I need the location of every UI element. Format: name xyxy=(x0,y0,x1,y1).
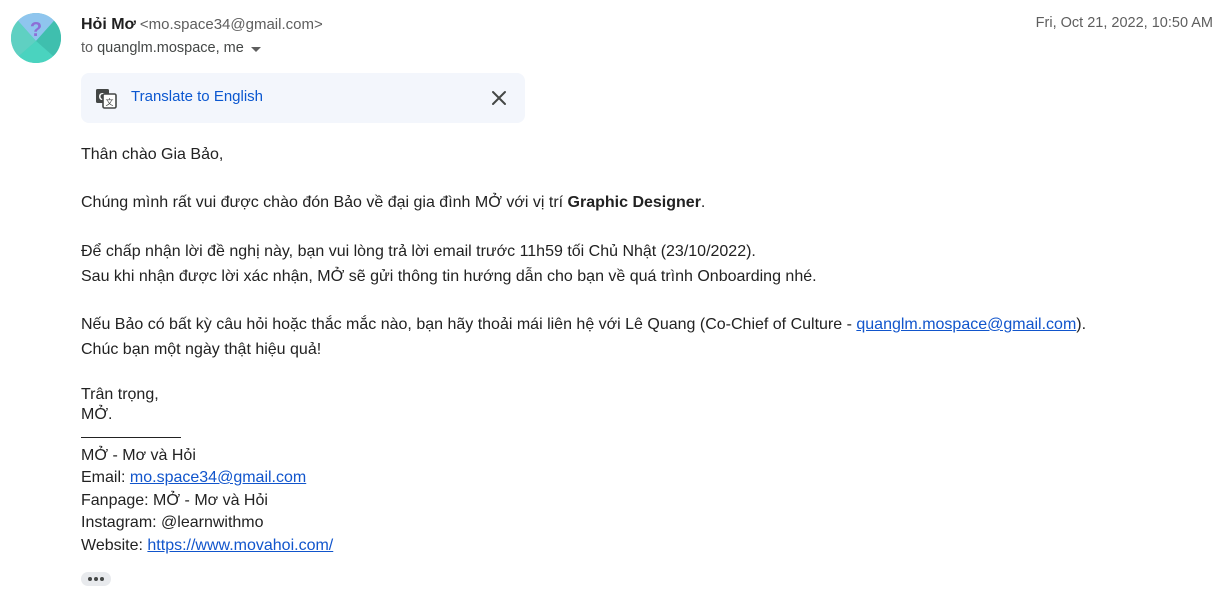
signature-website-label: Website: xyxy=(81,537,148,554)
translate-banner: G 文 Translate to English xyxy=(81,73,525,123)
position-title: Graphic Designer xyxy=(567,194,701,211)
signature-website-link[interactable]: https://www.movahoi.com/ xyxy=(147,537,333,554)
recipients-label: to xyxy=(81,40,94,56)
signature-instagram: Instagram: @learnwithmo xyxy=(81,514,264,531)
more-dot-icon xyxy=(94,577,98,581)
greeting: Thân chào Gia Bảo, xyxy=(81,146,224,163)
paragraph-deadline: Để chấp nhận lời đề nghị này, bạn vui lò… xyxy=(81,243,756,260)
more-dot-icon xyxy=(100,577,104,581)
paragraph-contact: Nếu Bảo có bất kỳ câu hỏi hoặc thắc mắc … xyxy=(81,315,1086,335)
signature-email-label: Email: xyxy=(81,469,130,486)
signature-email-link[interactable]: mo.space34@gmail.com xyxy=(130,469,306,486)
paragraph-offer-text: Chúng mình rất vui được chào đón Bảo về … xyxy=(81,194,568,211)
sender-header: Hỏi Mơ <mo.space34@gmail.com> xyxy=(81,14,323,36)
signature-divider xyxy=(81,437,181,438)
translate-to-english-link[interactable]: Translate to English xyxy=(131,88,263,105)
sender-name[interactable]: Hỏi Mơ xyxy=(81,16,136,33)
signature-email: Email: mo.space34@gmail.com xyxy=(81,468,306,488)
recipients-line: to quanglm.mospace, me xyxy=(81,40,261,56)
signature-name: MỞ - Mơ và Hỏi xyxy=(81,447,196,464)
signoff-regards: Trân trọng, xyxy=(81,386,159,403)
recipients-value: quanglm.mospace, me xyxy=(97,40,244,56)
avatar-question-icon: ? xyxy=(11,13,61,63)
svg-text:?: ? xyxy=(30,19,42,41)
sender-email: <mo.space34@gmail.com> xyxy=(139,16,323,33)
paragraph-wish: Chúc bạn một ngày thật hiệu quả! xyxy=(81,341,322,358)
show-details-dropdown-icon[interactable] xyxy=(250,46,261,52)
sender-avatar[interactable]: ? xyxy=(11,13,61,63)
signoff-name: MỞ. xyxy=(81,406,113,423)
more-dot-icon xyxy=(88,577,92,581)
paragraph-onboarding: Sau khi nhận được lời xác nhận, MỞ sẽ gử… xyxy=(81,268,817,285)
signature-website: Website: https://www.movahoi.com/ xyxy=(81,536,333,556)
paragraph-contact-text: Nếu Bảo có bất kỳ câu hỏi hoặc thắc mắc … xyxy=(81,316,857,333)
signature-fanpage: Fanpage: MỞ - Mơ và Hỏi xyxy=(81,492,268,509)
svg-text:文: 文 xyxy=(106,97,114,107)
contact-email-link[interactable]: quanglm.mospace@gmail.com xyxy=(856,316,1076,333)
message-date[interactable]: Fri, Oct 21, 2022, 10:50 AM xyxy=(1036,15,1213,31)
paragraph-contact-end: ). xyxy=(1076,316,1087,333)
close-icon[interactable] xyxy=(491,90,507,106)
translate-icon: G 文 xyxy=(96,89,117,109)
paragraph-offer-end: . xyxy=(700,194,706,211)
paragraph-offer: Chúng mình rất vui được chào đón Bảo về … xyxy=(81,193,705,213)
show-trimmed-content-button[interactable] xyxy=(81,572,111,586)
